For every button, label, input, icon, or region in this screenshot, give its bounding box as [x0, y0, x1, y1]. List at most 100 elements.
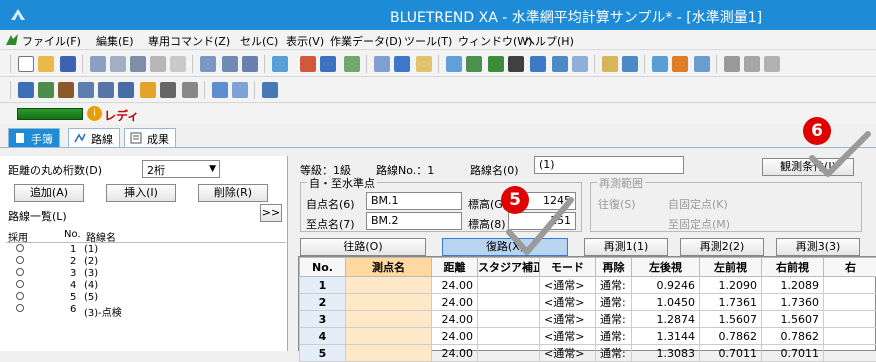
pattern-icon[interactable] — [602, 56, 618, 72]
route-name-input[interactable]: (1) — [534, 156, 684, 174]
observation-grid: No. 測点名 距離 スタジア補正 モード 再除 左後視 左前視 右前視 右 1… — [298, 256, 876, 351]
fieldbook-icon — [14, 132, 26, 144]
save-icon[interactable] — [60, 56, 76, 72]
find-binoculars-icon[interactable] — [508, 56, 524, 72]
remeasure2-button[interactable]: 再測2(2) — [680, 238, 764, 256]
sun-icon[interactable] — [672, 56, 688, 72]
rounding-select[interactable]: 2桁 ▼ — [142, 160, 220, 178]
cut-icon[interactable] — [200, 56, 216, 72]
pan-icon[interactable] — [58, 82, 74, 98]
list-item[interactable]: 1(1) — [16, 244, 24, 256]
menu-work-data[interactable]: 作業データ(D) — [330, 33, 402, 49]
calendar-icon[interactable] — [694, 56, 710, 72]
app-menu-icon[interactable] — [6, 34, 18, 46]
help-query-icon[interactable] — [272, 56, 288, 72]
list-item[interactable]: 6(3)-点検 — [16, 304, 24, 316]
redo-arrow-icon[interactable] — [232, 82, 248, 98]
fork-icon[interactable] — [744, 56, 760, 72]
remeasure3-button[interactable]: 再測3(3) — [776, 238, 860, 256]
menu-view[interactable]: 表示(V) — [286, 33, 324, 49]
open-folder-icon[interactable] — [38, 56, 54, 72]
col-mode: モード — [540, 258, 596, 277]
left-panel: 距離の丸め桁数(D) 2桁 ▼ 追加(A) 挿入(I) 削除(R) 路線一覧(L… — [0, 156, 288, 351]
remeasure1-button[interactable]: 再測1(1) — [584, 238, 668, 256]
tab-fieldbook[interactable]: 手簿 — [8, 128, 60, 147]
insert-button[interactable]: 挿入(I) — [106, 184, 176, 202]
zoom-out-icon[interactable] — [118, 82, 134, 98]
paste-icon[interactable] — [170, 56, 186, 72]
zoom-window-icon[interactable] — [38, 82, 54, 98]
help-arrow-icon[interactable] — [416, 56, 432, 72]
grid-view-icon[interactable] — [320, 56, 336, 72]
status-row: i レディ — [0, 104, 876, 124]
layer-icon[interactable] — [262, 82, 278, 98]
table-row[interactable]: 1 24.00 <通常> 通常: 0.9246 1.2090 1.2089 — [300, 277, 876, 294]
undo-arrow-icon[interactable] — [212, 82, 228, 98]
marker-icon[interactable] — [140, 82, 156, 98]
menu-cell[interactable]: セル(C) — [240, 33, 278, 49]
rounding-value: 2桁 — [147, 164, 165, 177]
tab-route-label: 路線 — [91, 133, 113, 146]
new-file-icon[interactable] — [18, 56, 34, 72]
select-icon[interactable] — [446, 56, 462, 72]
calc-icon[interactable] — [374, 56, 390, 72]
replace-icon[interactable] — [242, 56, 258, 72]
command-icon[interactable] — [572, 56, 588, 72]
undo-icon[interactable] — [466, 56, 482, 72]
tab-results[interactable]: 成果 — [124, 128, 176, 147]
col-no: No. — [300, 258, 346, 277]
zoom-icon[interactable] — [18, 82, 34, 98]
to-point-input[interactable]: BM.2 — [366, 212, 462, 230]
table-row[interactable]: 4 24.00 <通常> 通常: 1.3144 0.7862 0.7862 — [300, 328, 876, 345]
menu-edit[interactable]: 編集(E) — [96, 33, 134, 49]
menu-file[interactable]: ファイル(F) — [22, 33, 81, 49]
grid-header: No. 測点名 距離 スタジア補正 モード 再除 左後視 左前視 右前視 右 — [300, 258, 876, 277]
menu-help[interactable]: ヘルプ(H) — [524, 33, 574, 49]
zoom-in-icon[interactable] — [98, 82, 114, 98]
menu-window[interactable]: ウィンドウ(W) — [458, 33, 532, 49]
pen-icon[interactable] — [724, 56, 740, 72]
outbound-button[interactable]: 往路(O) — [300, 238, 426, 256]
grid-icon[interactable] — [160, 82, 176, 98]
adopt-indicator — [16, 292, 24, 300]
to-elev-label: 標高(8) — [468, 216, 506, 232]
from-fixed-option[interactable]: 自固定点(K) — [668, 196, 728, 212]
from-point-input[interactable]: BM.1 — [366, 192, 462, 210]
window-icon[interactable] — [552, 56, 568, 72]
tab-route[interactable]: 路線 — [68, 128, 120, 147]
chart-bar-icon[interactable] — [394, 56, 410, 72]
expand-button[interactable]: >> — [260, 204, 282, 222]
fit-icon[interactable] — [78, 82, 94, 98]
adopt-indicator — [16, 304, 24, 312]
print-preview-icon[interactable] — [90, 56, 106, 72]
delete-button[interactable]: 削除(R) — [198, 184, 268, 202]
copy-icon[interactable] — [150, 56, 166, 72]
col-re: 再除 — [596, 258, 632, 277]
add-button[interactable]: 追加(A) — [14, 184, 84, 202]
print-icon[interactable] — [130, 56, 146, 72]
target-icon[interactable] — [652, 56, 668, 72]
tab-fieldbook-label: 手簿 — [31, 133, 53, 146]
table-row[interactable]: 5 24.00 <通常> 通常: 1.3083 0.7011 0.7011 — [300, 345, 876, 362]
list-item[interactable]: 3(3) — [16, 268, 24, 280]
menu-special-commands[interactable]: 専用コマンド(Z) — [148, 33, 230, 49]
table-row[interactable]: 3 24.00 <通常> 通常: 1.2874 1.5607 1.5607 — [300, 311, 876, 328]
round-trip-option[interactable]: 往復(S) — [598, 196, 636, 212]
search-icon[interactable] — [222, 56, 238, 72]
table-icon[interactable] — [344, 56, 360, 72]
list-item[interactable]: 4(4) — [16, 280, 24, 292]
split-view-icon[interactable] — [530, 56, 546, 72]
to-fixed-option[interactable]: 至固定点(M) — [668, 216, 730, 232]
angle-icon[interactable] — [764, 56, 780, 72]
menu-tools[interactable]: ツール(T) — [404, 33, 452, 49]
list-item[interactable]: 2(2) — [16, 256, 24, 268]
col-right: 右 — [824, 258, 876, 277]
list-item[interactable]: 5(5) — [16, 292, 24, 304]
print-setup-icon[interactable] — [110, 56, 126, 72]
snap-icon[interactable] — [182, 82, 198, 98]
chart-icon[interactable] — [300, 56, 316, 72]
window-title: BLUETREND XA - 水準網平均計算サンプル* - [水準測量1] — [390, 7, 762, 27]
format-icon[interactable] — [488, 56, 504, 72]
table-row[interactable]: 2 24.00 <通常> 通常: 1.0450 1.7361 1.7360 — [300, 294, 876, 311]
curve-icon[interactable] — [622, 56, 638, 72]
